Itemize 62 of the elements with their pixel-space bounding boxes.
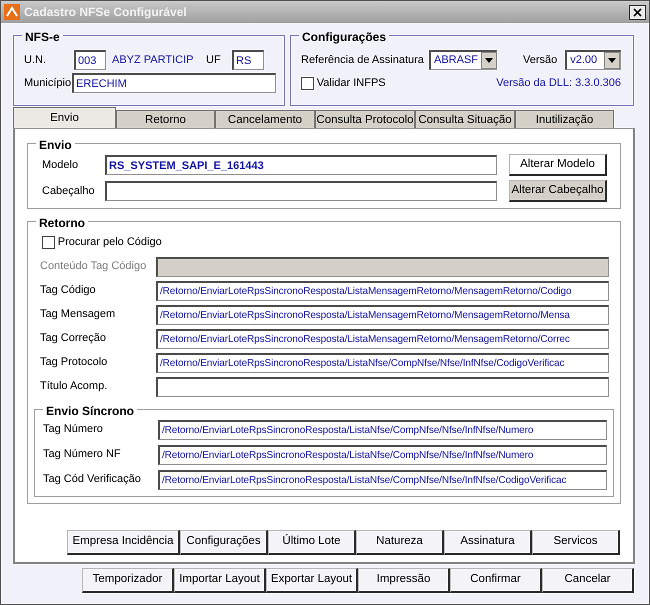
text-field[interactable]: /Retorno/EnviarLoteRpsSincronoResposta/ListaNfse/CompNfse/Nfse/InfNfse/CodigoVerificac (156, 352, 609, 372)
tab[interactable]: Consulta Protocolo (315, 110, 415, 128)
text-field[interactable]: 003 (74, 50, 106, 70)
field-label: Referência de Assinatura (301, 52, 425, 68)
field-label: Tag Número NF (43, 447, 122, 462)
window-title: Cadastro NFSe Configurável (24, 4, 187, 21)
company-name: ABYZ PARTICIP (112, 52, 195, 68)
button[interactable]: Cancelar (542, 568, 634, 593)
checkbox-label: Procurar pelo Código (58, 235, 162, 250)
dll-version: Versão da DLL: 3.3.0.306 (496, 76, 621, 91)
close-icon[interactable] (629, 4, 646, 20)
button[interactable]: Exportar Layout (266, 568, 358, 593)
button[interactable]: Confirmar (450, 568, 542, 593)
button[interactable]: Alterar Modelo (509, 154, 607, 176)
field-label: Município (24, 76, 72, 90)
checkbox-label: Validar INFPS (316, 76, 386, 91)
caret-icon (481, 52, 498, 69)
field-label: Tag Código (40, 283, 97, 298)
button[interactable]: Configurações (180, 530, 268, 554)
field-label: U.N. (24, 52, 47, 68)
button[interactable]: Natureza (356, 530, 444, 554)
text-field[interactable]: /Retorno/EnviarLoteRpsSincronoResposta/ListaNfse/CompNfse/Nfse/InfNfse/CodigoVerificac (158, 470, 607, 490)
text-field[interactable]: RS (232, 50, 264, 70)
field-label: Tag Cód Verificação (43, 472, 142, 488)
text-field[interactable]: /Retorno/EnviarLoteRpsSincronoResposta/ListaMensagemRetorno/MensagemRetorno/Codigo (156, 280, 609, 300)
field-label: Título Acomp. (40, 379, 108, 394)
field-label: Tag Mensagem (40, 307, 116, 322)
text-field[interactable]: /Retorno/EnviarLoteRpsSincronoResposta/ListaMensagemRetorno/MensagemRetorno/Correc (156, 328, 609, 348)
button[interactable]: Último Lote (268, 530, 356, 554)
text-field[interactable]: /Retorno/EnviarLoteRpsSincronoResposta/ListaMensagemRetorno/MensagemRetorno/Mensa (156, 304, 609, 324)
checkbox[interactable] (301, 76, 314, 90)
field-label: Conteúdo Tag Código (40, 259, 148, 274)
text-field[interactable]: /Retorno/EnviarLoteRpsSincronoResposta/ListaNfse/CompNfse/Nfse/InfNfse/Numero (158, 444, 607, 464)
text-field[interactable]: /Retorno/EnviarLoteRpsSincronoResposta/ListaNfse/CompNfse/Nfse/InfNfse/Numero (158, 420, 607, 440)
field-label: Tag Correção (40, 331, 108, 346)
field-label: UF (206, 52, 222, 68)
button[interactable]: Assinatura (444, 530, 532, 554)
tab[interactable]: Envio (13, 107, 116, 128)
button[interactable]: Importar Layout (174, 568, 266, 593)
text-field[interactable]: ERECHIM (72, 72, 276, 93)
text-field[interactable]: RS_SYSTEM_SAPI_E_161443 (105, 155, 497, 175)
field-label: Tag Número (43, 422, 104, 438)
text-field[interactable] (156, 376, 609, 396)
button[interactable]: Servicos (532, 530, 620, 554)
tab[interactable]: Consulta Situação (415, 110, 515, 128)
button[interactable]: Impressão (358, 568, 450, 593)
button[interactable]: Empresa Incidência (67, 530, 180, 554)
field-label: Tag Protocolo (40, 355, 108, 370)
text-field[interactable] (105, 181, 497, 201)
tab[interactable]: Inutilização (515, 110, 614, 128)
checkbox[interactable] (42, 236, 55, 249)
field-label: Modelo (42, 158, 80, 173)
field-label: Versão (523, 52, 558, 68)
tab[interactable]: Retorno (116, 110, 215, 128)
app-icon (4, 4, 20, 20)
field-label: Cabeçalho (42, 184, 96, 199)
button[interactable]: Temporizador (82, 568, 174, 593)
tab[interactable]: Cancelamento (215, 110, 315, 128)
button[interactable]: Alterar Cabeçalho (509, 180, 607, 202)
dropdown[interactable]: ABRASF (429, 50, 497, 70)
caret-icon (604, 52, 620, 69)
dropdown[interactable]: v2.00 (565, 50, 622, 70)
